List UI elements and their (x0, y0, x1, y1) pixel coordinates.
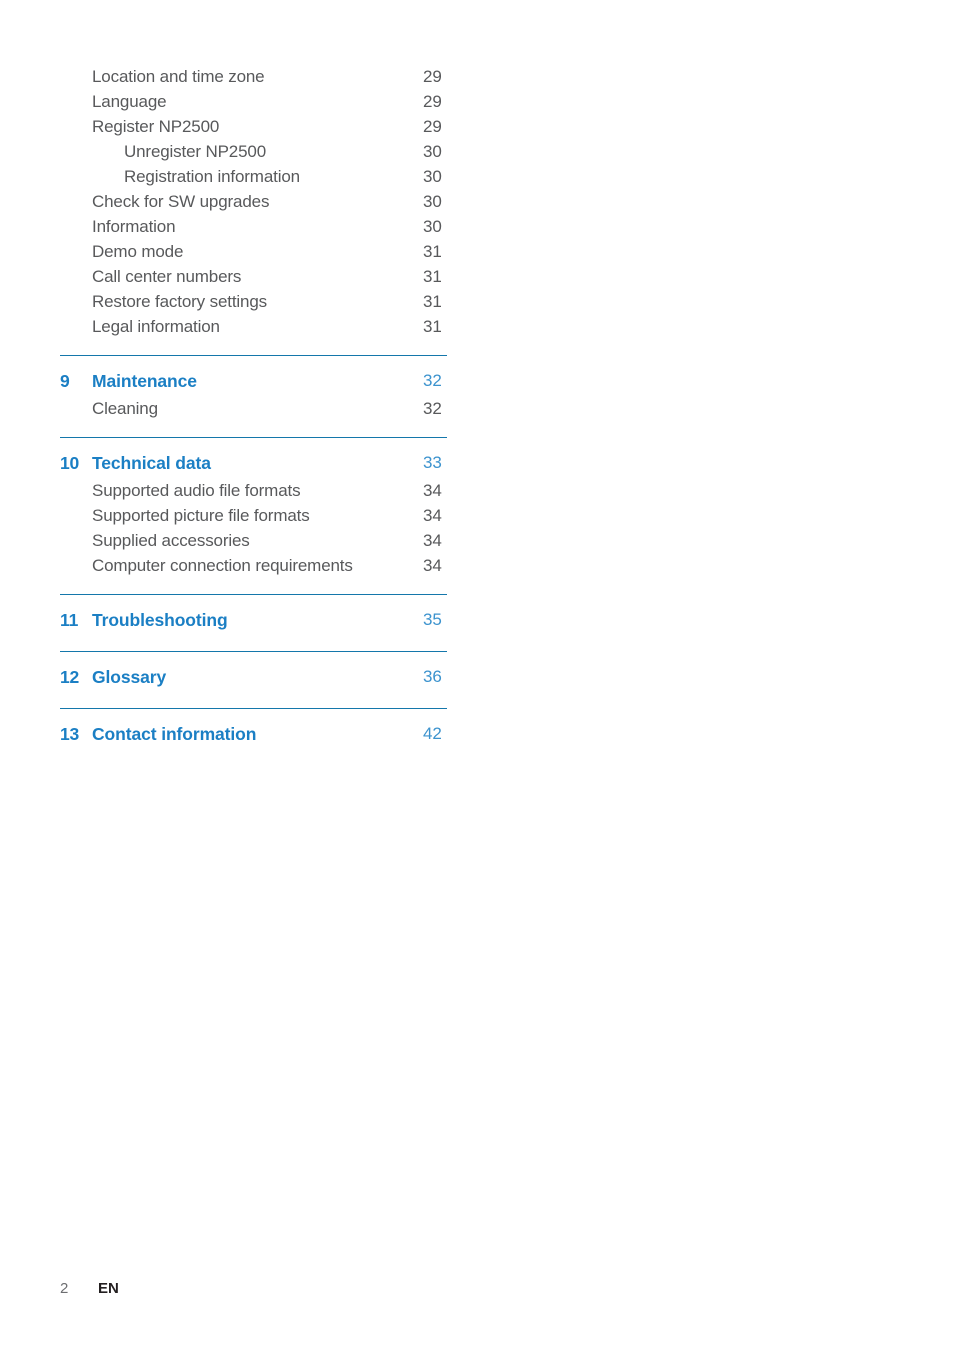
toc-entry[interactable]: Supported picture file formats 34 (60, 503, 447, 528)
toc-entry-label: Supplied accessories (92, 531, 250, 550)
toc-entry-label: Location and time zone (92, 67, 265, 86)
toc-entry-page-number: 31 (423, 267, 442, 286)
footer-page-number: 2 (60, 1280, 69, 1297)
toc-section-title: Maintenance (92, 371, 197, 391)
toc-section-number: 13 (60, 724, 80, 744)
toc-group-maintenance: 9 Maintenance 32 Cleaning 32 (60, 339, 447, 421)
toc-entry-page-number: 34 (423, 531, 442, 550)
toc-section-glossary[interactable]: 12 Glossary 36 (60, 662, 447, 692)
toc-section-title: Contact information (92, 724, 257, 744)
toc-entry-page-number: 29 (423, 92, 442, 111)
toc-entry[interactable]: Location and time zone 29 (60, 64, 447, 89)
toc-entry-label: Call center numbers (92, 267, 242, 286)
toc-section-page-number: 36 (423, 667, 442, 686)
footer-language-code: EN (98, 1280, 119, 1297)
toc-entry[interactable]: Registration information 30 (60, 164, 447, 189)
toc-section-number: 11 (60, 610, 79, 630)
toc-section-number: 12 (60, 667, 80, 687)
toc-entry-page-number: 31 (423, 292, 442, 311)
toc-entry-page-number: 31 (423, 242, 442, 261)
toc-entry-page-number: 34 (423, 481, 442, 500)
toc-entry[interactable]: Information 30 (60, 214, 447, 239)
toc-entry-label: Cleaning (92, 399, 158, 418)
toc-group-glossary: 12 Glossary 36 (60, 635, 447, 692)
toc-entry-label: Language (92, 92, 167, 111)
toc-entry[interactable]: Legal information 31 (60, 314, 447, 339)
toc-section-contact-information[interactable]: 13 Contact information 42 (60, 719, 447, 749)
toc-entry-page-number: 32 (423, 399, 442, 418)
toc-section-title: Technical data (92, 453, 211, 473)
toc-section-number: 10 (60, 453, 80, 473)
toc-entry-page-number: 30 (423, 142, 442, 161)
toc-entry[interactable]: Cleaning 32 (60, 396, 447, 421)
toc-section-number: 9 (60, 371, 70, 391)
toc-entry-page-number: 29 (423, 67, 442, 86)
toc-section-page-number: 33 (423, 453, 442, 472)
toc-entry-page-number: 29 (423, 117, 442, 136)
toc-entry-page-number: 30 (423, 192, 442, 211)
toc-entry-label: Demo mode (92, 242, 184, 261)
toc-group-contact-information: 13 Contact information 42 (60, 692, 447, 749)
toc-entry-page-number: 30 (423, 167, 442, 186)
toc-group-continued-entries: Location and time zone 29 Language 29 Regist… (60, 64, 447, 339)
toc-entry[interactable]: Register NP2500 29 (60, 114, 447, 139)
toc-entry-page-number: 31 (423, 317, 442, 336)
toc-section-page-number: 42 (423, 724, 442, 743)
toc-entry-label: Information (92, 217, 176, 236)
toc-entry-label: Restore factory settings (92, 292, 267, 311)
toc-entry[interactable]: Unregister NP2500 30 (60, 139, 447, 164)
toc-entry[interactable]: Call center numbers 31 (60, 264, 447, 289)
toc-section-title: Glossary (92, 667, 167, 687)
toc-entry-label: Registration information (124, 167, 300, 186)
toc-entry[interactable]: Supported audio file formats 34 (60, 478, 447, 503)
table-of-contents: Location and time zone 29 Language 29 Regist… (60, 64, 447, 749)
toc-entry-label: Unregister NP2500 (124, 142, 267, 161)
toc-group-technical-data: 10 Technical data 33 Supported audio file f… (60, 421, 447, 578)
toc-entry[interactable]: Language 29 (60, 89, 447, 114)
toc-section-title: Troubleshooting (92, 610, 228, 630)
toc-entry-label: Computer connection requirements (92, 556, 353, 575)
toc-section-maintenance[interactable]: 9 Maintenance 32 (60, 366, 447, 396)
toc-entry-label: Legal information (92, 317, 220, 336)
toc-entry-label: Register NP2500 (92, 117, 220, 136)
document-page: Location and time zone 29 Language 29 Regist… (0, 0, 954, 1350)
toc-section-troubleshooting[interactable]: 11 Troubleshooting 35 (60, 605, 447, 635)
toc-entry-page-number: 34 (423, 556, 442, 575)
toc-section-page-number: 32 (423, 371, 442, 390)
toc-entry-label: Check for SW upgrades (92, 192, 270, 211)
toc-entry-page-number: 34 (423, 506, 442, 525)
toc-entry[interactable]: Check for SW upgrades 30 (60, 189, 447, 214)
toc-entry-label: Supported audio file formats (92, 481, 301, 500)
toc-section-technical-data[interactable]: 10 Technical data 33 (60, 448, 447, 478)
toc-entry[interactable]: Supplied accessories 34 (60, 528, 447, 553)
toc-entry-label: Supported picture file formats (92, 506, 310, 525)
toc-section-page-number: 35 (423, 610, 442, 629)
toc-group-troubleshooting: 11 Troubleshooting 35 (60, 578, 447, 635)
toc-entry-page-number: 30 (423, 217, 442, 236)
toc-entry[interactable]: Restore factory settings 31 (60, 289, 447, 314)
toc-entry[interactable]: Computer connection requirements 34 (60, 553, 447, 578)
toc-entry[interactable]: Demo mode 31 (60, 239, 447, 264)
